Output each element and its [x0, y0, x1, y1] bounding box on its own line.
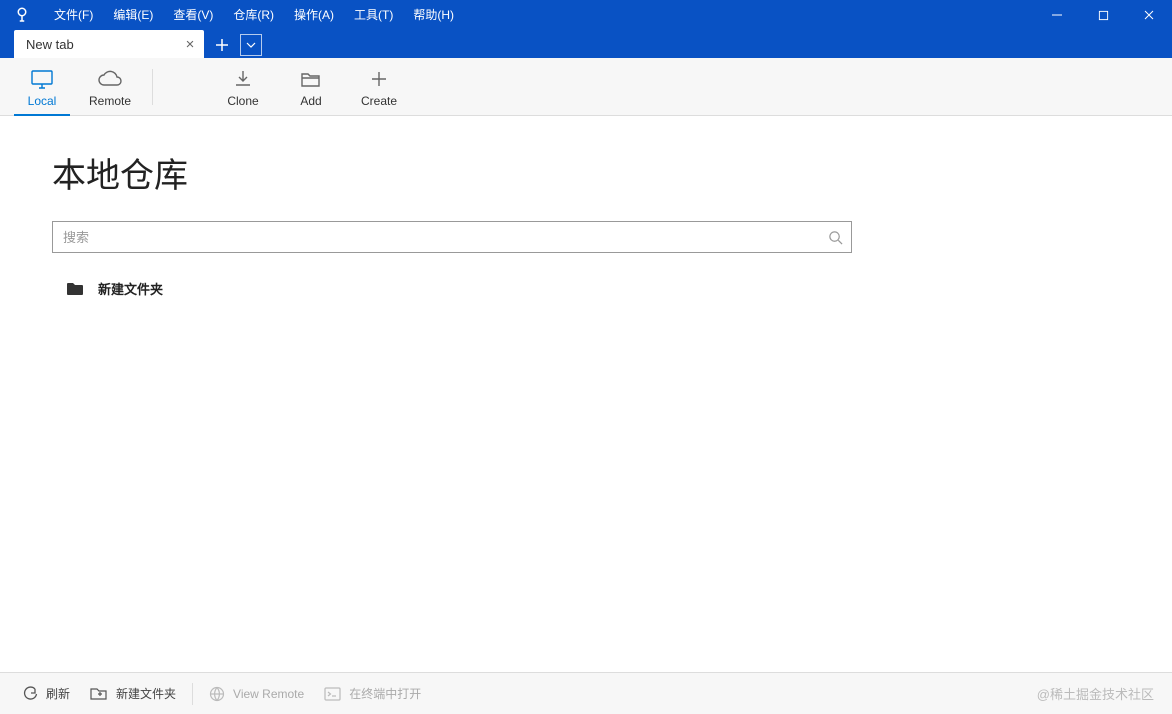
- status-label: View Remote: [233, 687, 304, 701]
- toolbar-add[interactable]: Add: [277, 58, 345, 115]
- plus-icon: [370, 66, 388, 92]
- status-refresh[interactable]: 刷新: [12, 685, 80, 702]
- menu-view[interactable]: 查看(V): [163, 0, 223, 30]
- monitor-icon: [30, 66, 54, 92]
- maximize-button[interactable]: [1080, 0, 1126, 30]
- app-logo: [0, 6, 44, 24]
- status-open-terminal[interactable]: 在终端中打开: [314, 685, 431, 702]
- statusbar: 刷新 新建文件夹 View Remote 在终端中打开 @稀土掘金技术社区: [0, 672, 1172, 714]
- toolbar: Local Remote Clone Add Cr: [0, 58, 1172, 116]
- status-label: 刷新: [46, 685, 70, 702]
- cloud-icon: [97, 66, 123, 92]
- menu-file[interactable]: 文件(F): [44, 0, 103, 30]
- menubar: 文件(F) 编辑(E) 查看(V) 仓库(R) 操作(A) 工具(T) 帮助(H…: [44, 0, 464, 30]
- status-new-folder[interactable]: 新建文件夹: [80, 685, 186, 702]
- menu-help[interactable]: 帮助(H): [403, 0, 464, 30]
- status-label: 在终端中打开: [349, 685, 421, 702]
- page-title: 本地仓库: [52, 148, 1120, 197]
- toolbar-local[interactable]: Local: [8, 58, 76, 115]
- tab-new[interactable]: New tab ×: [14, 30, 204, 58]
- search-icon: [819, 230, 851, 245]
- tab-add-button[interactable]: [208, 32, 236, 58]
- repo-list: 新建文件夹: [52, 273, 1120, 304]
- tab-close-button[interactable]: ×: [180, 34, 200, 54]
- folder-plus-icon: [90, 686, 108, 701]
- window-controls: [1034, 0, 1172, 30]
- toolbar-label: Add: [300, 94, 321, 108]
- toolbar-label: Local: [28, 94, 57, 108]
- toolbar-label: Remote: [89, 94, 131, 108]
- titlebar: 文件(F) 编辑(E) 查看(V) 仓库(R) 操作(A) 工具(T) 帮助(H…: [0, 0, 1172, 30]
- search-input[interactable]: [53, 230, 819, 245]
- search-box[interactable]: [52, 221, 852, 253]
- status-view-remote[interactable]: View Remote: [199, 686, 314, 702]
- menu-edit[interactable]: 编辑(E): [103, 0, 163, 30]
- toolbar-remote[interactable]: Remote: [76, 58, 144, 115]
- toolbar-label: Create: [361, 94, 397, 108]
- repo-name: 新建文件夹: [98, 279, 163, 298]
- watermark: @稀土掘金技术社区: [1037, 684, 1160, 703]
- menu-repo[interactable]: 仓库(R): [223, 0, 284, 30]
- folder-icon: [66, 282, 84, 296]
- tab-title: New tab: [26, 37, 180, 52]
- menu-action[interactable]: 操作(A): [284, 0, 344, 30]
- list-item[interactable]: 新建文件夹: [52, 273, 1120, 304]
- toolbar-label: Clone: [227, 94, 258, 108]
- close-button[interactable]: [1126, 0, 1172, 30]
- toolbar-clone[interactable]: Clone: [209, 58, 277, 115]
- terminal-icon: [324, 687, 341, 701]
- refresh-icon: [22, 686, 38, 702]
- minimize-button[interactable]: [1034, 0, 1080, 30]
- toolbar-create[interactable]: Create: [345, 58, 413, 115]
- tabbar: New tab ×: [0, 30, 1172, 58]
- menu-tools[interactable]: 工具(T): [344, 0, 403, 30]
- main-content: 本地仓库 新建文件夹: [0, 116, 1172, 672]
- toolbar-separator: [152, 69, 153, 105]
- folder-open-icon: [300, 66, 322, 92]
- status-separator: [192, 683, 193, 705]
- download-icon: [233, 66, 253, 92]
- globe-icon: [209, 686, 225, 702]
- tab-dropdown-button[interactable]: [240, 34, 262, 56]
- status-label: 新建文件夹: [116, 685, 176, 702]
